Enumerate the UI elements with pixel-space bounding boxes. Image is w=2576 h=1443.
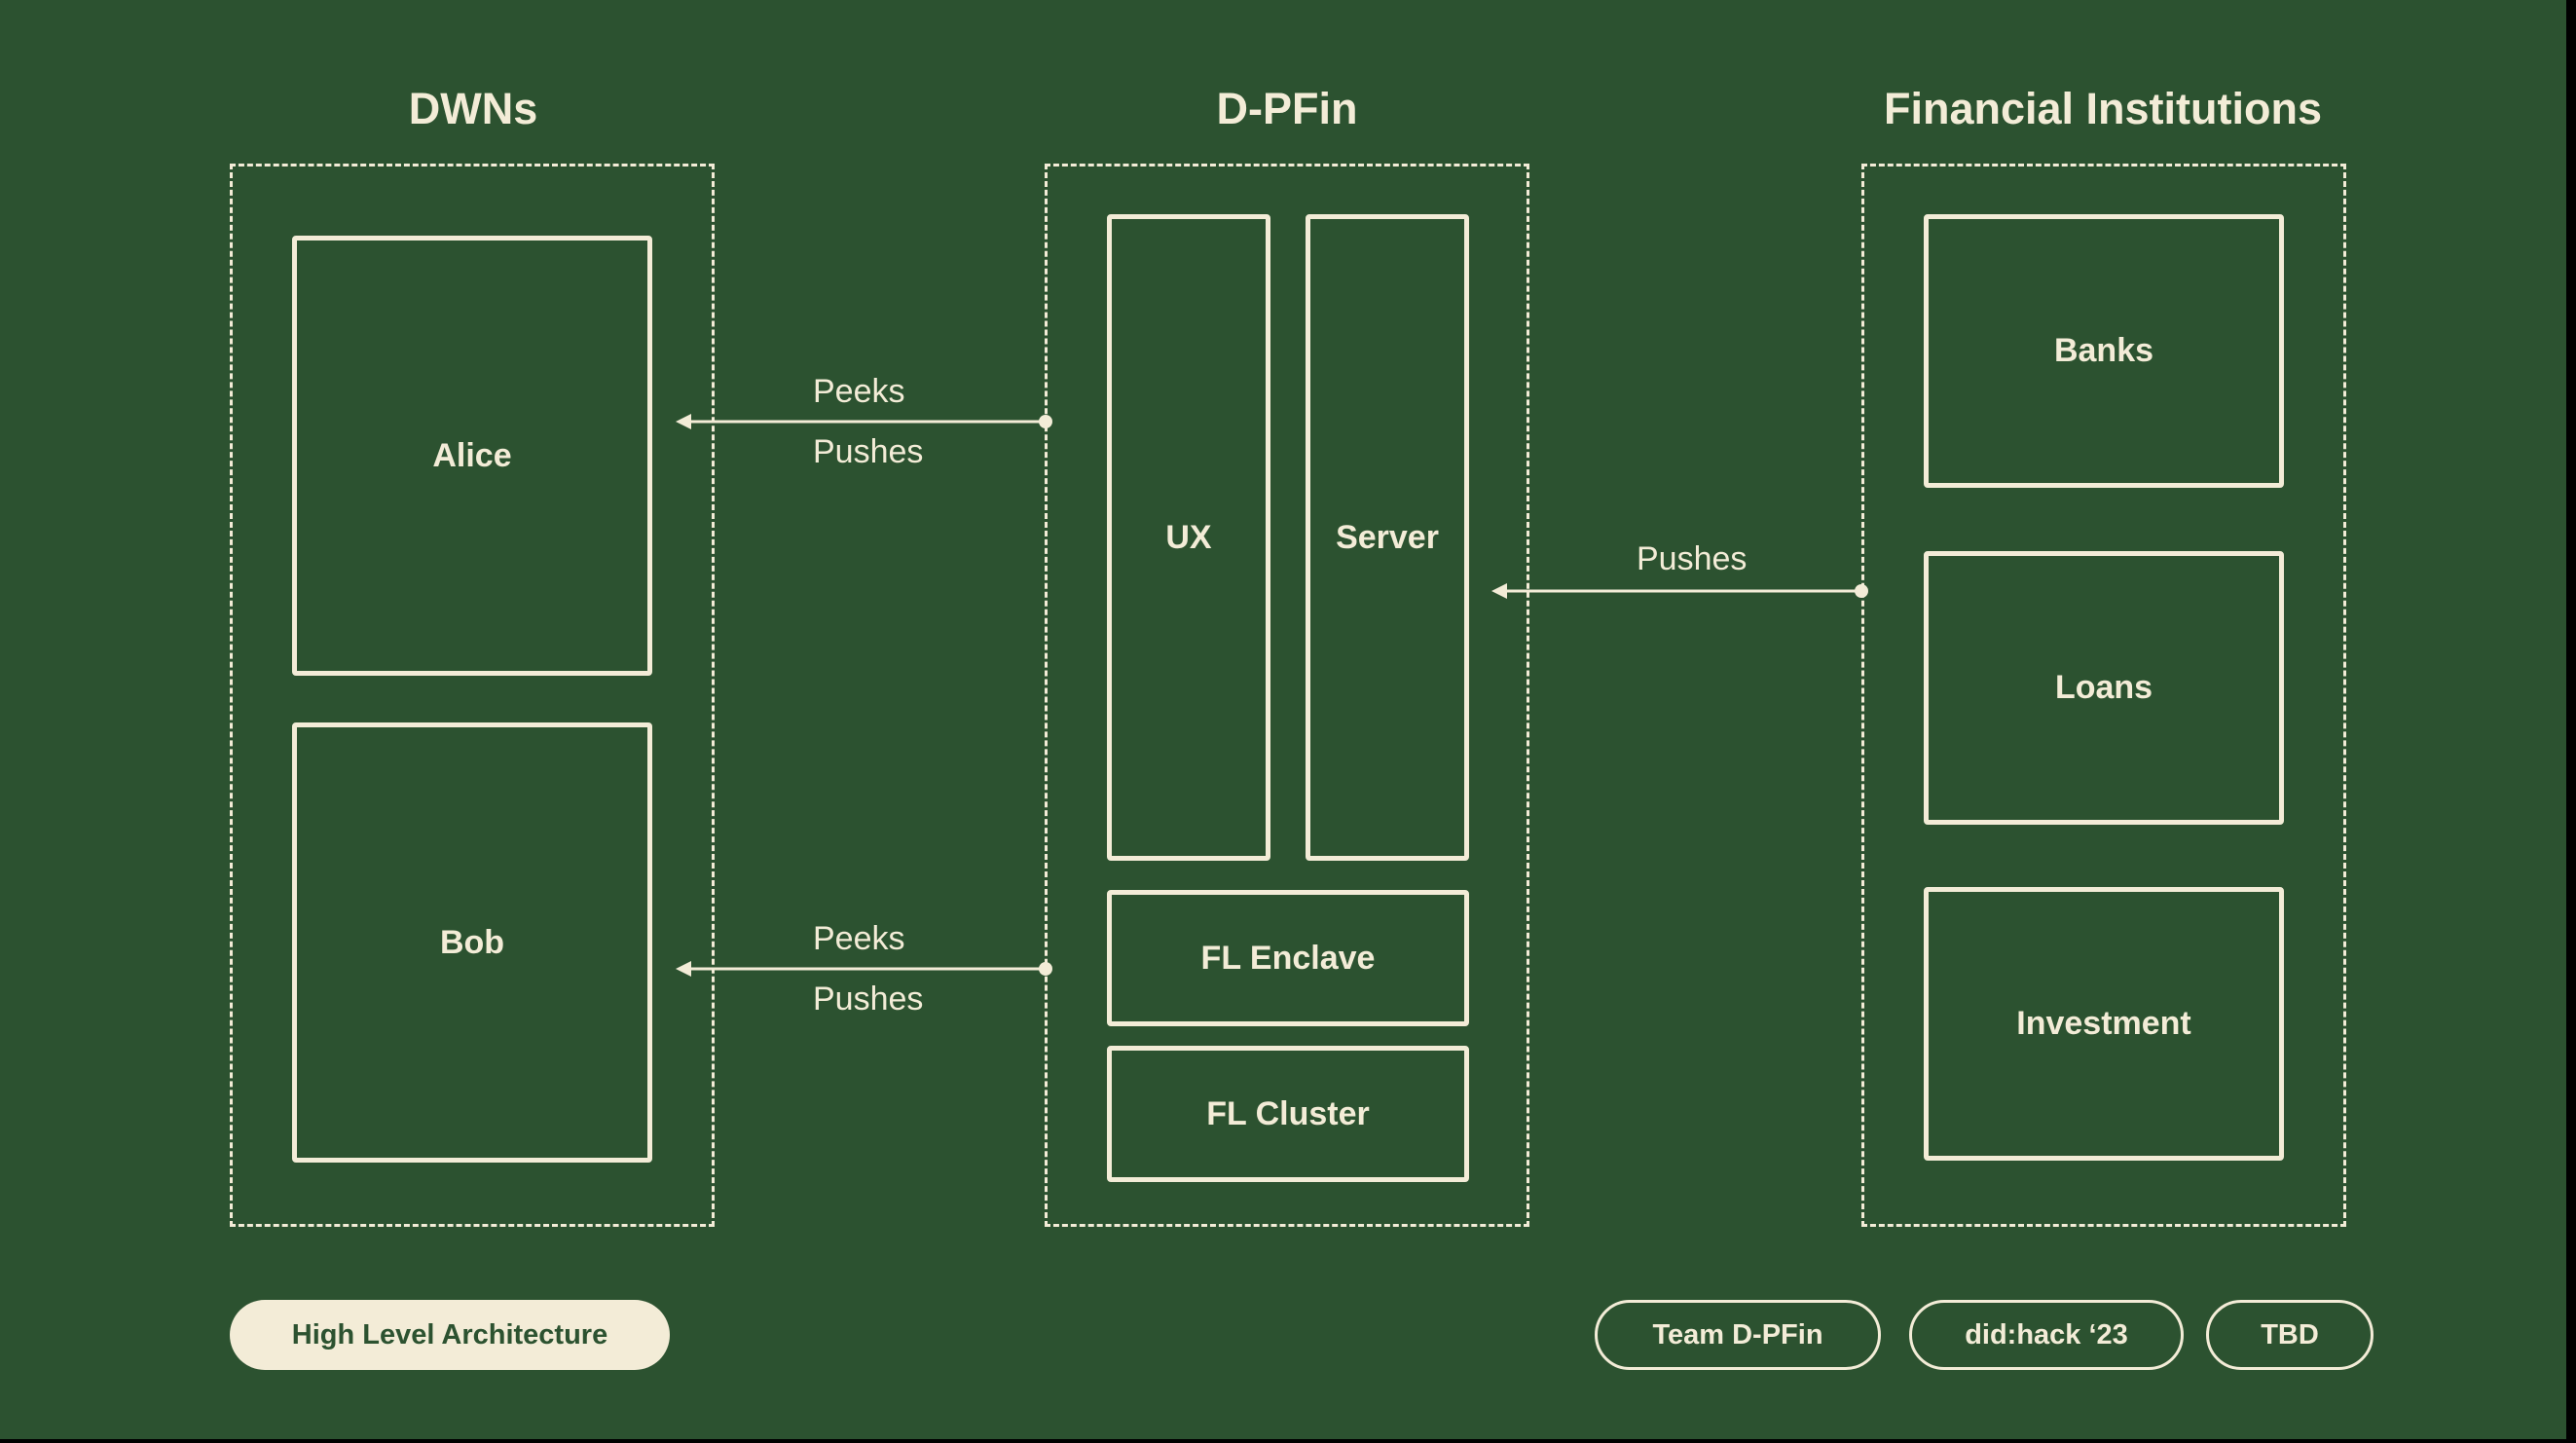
section-label-text: High Level Architecture [291, 1318, 608, 1350]
alice-link-arrow [676, 414, 1052, 429]
alice-link-pushes-label: Pushes [813, 433, 924, 470]
alice-link-peeks-label: Peeks [813, 373, 905, 410]
financial-link-arrow [1491, 583, 1868, 599]
section-label-pill: High Level Architecture [230, 1300, 670, 1370]
team-tag-pill: Team D-PFin [1595, 1300, 1881, 1370]
event-tag-text: did:hack ‘23 [1965, 1318, 2128, 1350]
team-tag-text: Team D-PFin [1652, 1318, 1823, 1350]
org-tag-pill: TBD [2206, 1300, 2374, 1370]
bob-link-pushes-label: Pushes [813, 980, 924, 1018]
architecture-slide: DWNs D-PFin Financial Institutions Alice… [0, 0, 2566, 1439]
connector-arrows [676, 414, 1868, 977]
org-tag-text: TBD [2261, 1318, 2319, 1350]
event-tag-pill: did:hack ‘23 [1909, 1300, 2184, 1370]
bob-link-peeks-label: Peeks [813, 920, 905, 957]
financial-link-pushes-label: Pushes [1637, 540, 1748, 577]
bob-link-arrow [676, 961, 1052, 977]
